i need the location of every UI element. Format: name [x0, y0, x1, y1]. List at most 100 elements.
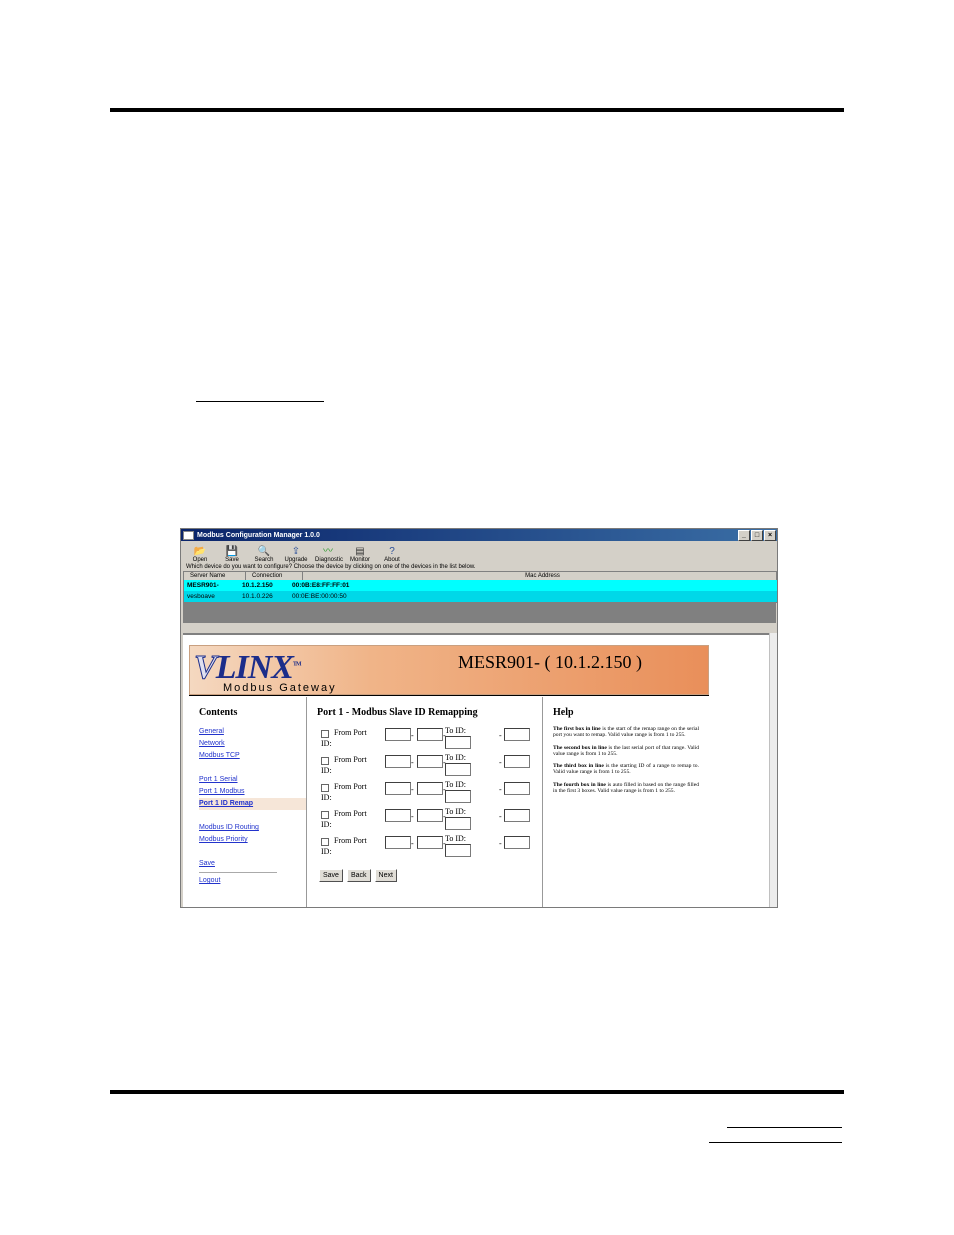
remap-enable-checkbox[interactable] [321, 811, 329, 819]
id-label: ID: [321, 766, 332, 775]
help-paragraph: The second box in line is the last seria… [553, 744, 699, 757]
column-header[interactable]: Connection [246, 572, 303, 580]
target-id-input[interactable] [445, 817, 471, 830]
target-id-input[interactable] [445, 790, 471, 803]
about-icon: ? [389, 546, 395, 557]
nav-modbus-priority[interactable]: Modbus Priority [199, 834, 306, 846]
toolbar-search-button[interactable]: 🔍 Search [251, 546, 277, 563]
cell-connection: 10.1.0.226 [242, 593, 273, 600]
next-button[interactable]: Next [374, 869, 397, 882]
nav-general[interactable]: General [199, 726, 306, 738]
toolbar-monitor-button[interactable]: ▤ Monitor [347, 546, 373, 563]
toolbar-open-button[interactable]: 📂 Open [187, 546, 213, 563]
range-end-input[interactable] [417, 809, 443, 822]
range-end-input[interactable] [417, 728, 443, 741]
contents-heading: Contents [199, 707, 238, 718]
range-start-input[interactable] [385, 809, 411, 822]
document-link-underline [196, 401, 324, 402]
target-id-input[interactable] [445, 736, 471, 749]
range-start-input[interactable] [385, 782, 411, 795]
dash-separator: - [499, 812, 502, 821]
vertical-scrollbar[interactable] [769, 633, 777, 907]
cell-server-name: vesboave [187, 593, 215, 600]
dash-separator: - [499, 839, 502, 848]
remap-row: From PortID:-To ID:-- [307, 780, 542, 807]
nav-port1-id-remap[interactable]: Port 1 ID Remap [199, 798, 306, 810]
dash-separator: - [499, 758, 502, 767]
remap-enable-checkbox[interactable] [321, 757, 329, 765]
remap-enable-checkbox[interactable] [321, 784, 329, 792]
device-list-header: Server Name Connection Mac Address [184, 572, 777, 580]
close-button[interactable]: × [764, 530, 776, 541]
embedded-web-page: VLINXTM MESR901- ( 10.1.2.150 ) Modbus G… [183, 633, 769, 907]
toolbar-upgrade-button[interactable]: ⇪ Upgrade [283, 546, 309, 563]
nav-modbus-id-routing[interactable]: Modbus ID Routing [199, 822, 306, 834]
target-end-input[interactable] [504, 728, 530, 741]
column-header[interactable]: Server Name [184, 572, 246, 580]
remap-row: From PortID:-To ID:-- [307, 807, 542, 834]
window-titlebar: Modbus Configuration Manager 1.0.0 _ □ × [181, 529, 777, 541]
to-id-label: To ID: [445, 780, 466, 789]
nav-logout[interactable]: Logout [199, 875, 306, 887]
help-paragraph: The third box in line is the starting ID… [553, 763, 699, 776]
dash-separator: - [411, 812, 414, 821]
device-row[interactable]: vesboave 10.1.0.226 00:0E:BE:00:00:50 [184, 591, 777, 602]
nav-network[interactable]: Network [199, 738, 306, 750]
dash-separator: - [411, 785, 414, 794]
save-icon: 💾 [225, 546, 239, 557]
remap-row: From PortID:-To ID:-- [307, 834, 542, 861]
remap-enable-checkbox[interactable] [321, 838, 329, 846]
target-id-input[interactable] [445, 763, 471, 776]
minimize-button[interactable]: _ [738, 530, 750, 541]
help-column: Help The first box in line is the start … [543, 697, 707, 907]
id-label: ID: [321, 739, 332, 748]
nav-port1-serial[interactable]: Port 1 Serial [199, 774, 306, 786]
nav-save[interactable]: Save [199, 858, 306, 870]
window-title: Modbus Configuration Manager 1.0.0 [197, 531, 320, 539]
range-start-input[interactable] [385, 755, 411, 768]
range-end-input[interactable] [417, 755, 443, 768]
column-header[interactable]: Mac Address [303, 572, 777, 580]
nav-modbus-tcp[interactable]: Modbus TCP [199, 750, 306, 762]
footer-rule [110, 1090, 844, 1094]
target-end-input[interactable] [504, 782, 530, 795]
toolbar-diagnostic-button[interactable]: 〰 Diagnostic [315, 546, 343, 563]
contents-column: Contents General Network Modbus TCP Port… [189, 697, 307, 907]
range-end-input[interactable] [417, 836, 443, 849]
dash-separator: - [411, 839, 414, 848]
save-button[interactable]: Save [319, 869, 343, 882]
target-end-input[interactable] [504, 755, 530, 768]
remap-column: Port 1 - Modbus Slave ID Remapping From … [307, 697, 543, 907]
footer-link-underline [727, 1127, 842, 1128]
device-title: MESR901- ( 10.1.2.150 ) [458, 652, 642, 672]
dash-separator: - [499, 731, 502, 740]
target-end-input[interactable] [504, 809, 530, 822]
header-rule [110, 108, 844, 112]
maximize-button[interactable]: □ [751, 530, 763, 541]
open-icon: 📂 [193, 546, 207, 557]
to-id-label: To ID: [445, 753, 466, 762]
to-id-label: To ID: [445, 726, 466, 735]
nav-port1-modbus[interactable]: Port 1 Modbus [199, 786, 306, 798]
logo-tm: TM [292, 661, 302, 668]
range-start-input[interactable] [385, 728, 411, 741]
remap-enable-checkbox[interactable] [321, 730, 329, 738]
contents-nav: General Network Modbus TCP Port 1 Serial… [189, 726, 306, 887]
cell-server-name: MESR901- [187, 582, 219, 589]
to-id-label: To ID: [445, 807, 466, 816]
target-id-input[interactable] [445, 844, 471, 857]
cell-mac: 00:0B:E8:FF:FF:01 [292, 582, 350, 589]
range-end-input[interactable] [417, 782, 443, 795]
logo-text: LINX [215, 649, 294, 686]
device-row[interactable]: MESR901- 10.1.2.150 00:0B:E8:FF:FF:01 [184, 580, 777, 591]
toolbar-save-button[interactable]: 💾 Save [219, 546, 245, 563]
target-end-input[interactable] [504, 836, 530, 849]
back-button[interactable]: Back [346, 869, 371, 882]
range-start-input[interactable] [385, 836, 411, 849]
footer-link-underline [709, 1142, 842, 1143]
id-label: ID: [321, 793, 332, 802]
dash-separator: - [499, 785, 502, 794]
logo-sub-row: Modbus Gateway [189, 682, 709, 696]
toolbar-about-button[interactable]: ? About [379, 546, 405, 563]
device-list: Server Name Connection Mac Address MESR9… [183, 571, 777, 603]
